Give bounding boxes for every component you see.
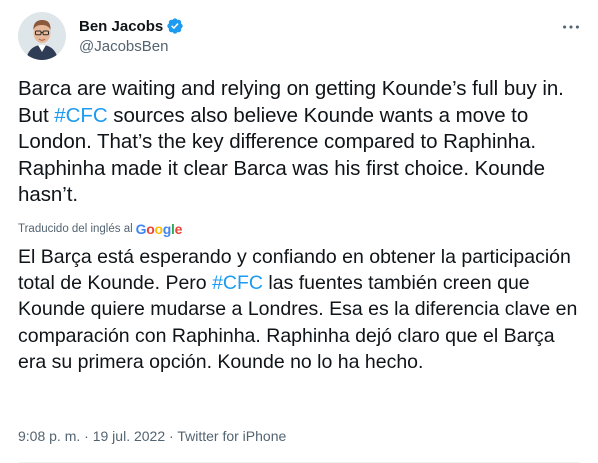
google-logo: Google bbox=[135, 221, 183, 237]
verified-badge-icon bbox=[167, 18, 183, 34]
hashtag-link[interactable]: #CFC bbox=[212, 272, 263, 294]
author-handle[interactable]: @JacobsBen bbox=[79, 38, 168, 55]
avatar[interactable] bbox=[18, 12, 66, 60]
translation-label: Traducido del inglés al bbox=[18, 223, 133, 235]
avatar-image bbox=[18, 12, 66, 60]
translation-attribution: Traducido del inglés al Google bbox=[18, 220, 182, 238]
author-name-row: Ben Jacobs bbox=[79, 17, 184, 35]
more-options-icon[interactable] bbox=[560, 16, 582, 38]
tweet-card: Ben Jacobs @JacobsBen Barca are waiting … bbox=[0, 0, 598, 463]
tweet-date[interactable]: 19 jul. 2022 bbox=[93, 428, 165, 444]
tweet-header: Ben Jacobs @JacobsBen bbox=[18, 12, 582, 60]
hashtag-link[interactable]: #CFC bbox=[54, 104, 107, 127]
tweet-meta: 9:08 p. m. · 19 jul. 2022 · Twitter for … bbox=[18, 428, 286, 444]
meta-separator: · bbox=[165, 428, 178, 444]
meta-separator: · bbox=[80, 428, 93, 444]
author-name[interactable]: Ben Jacobs bbox=[79, 18, 163, 35]
translated-text: El Barça está esperando y confiando en o… bbox=[18, 244, 586, 375]
tweet-text: Barca are waiting and relying on getting… bbox=[18, 76, 586, 209]
tweet-time[interactable]: 9:08 p. m. bbox=[18, 428, 80, 444]
tweet-source[interactable]: Twitter for iPhone bbox=[177, 428, 286, 444]
